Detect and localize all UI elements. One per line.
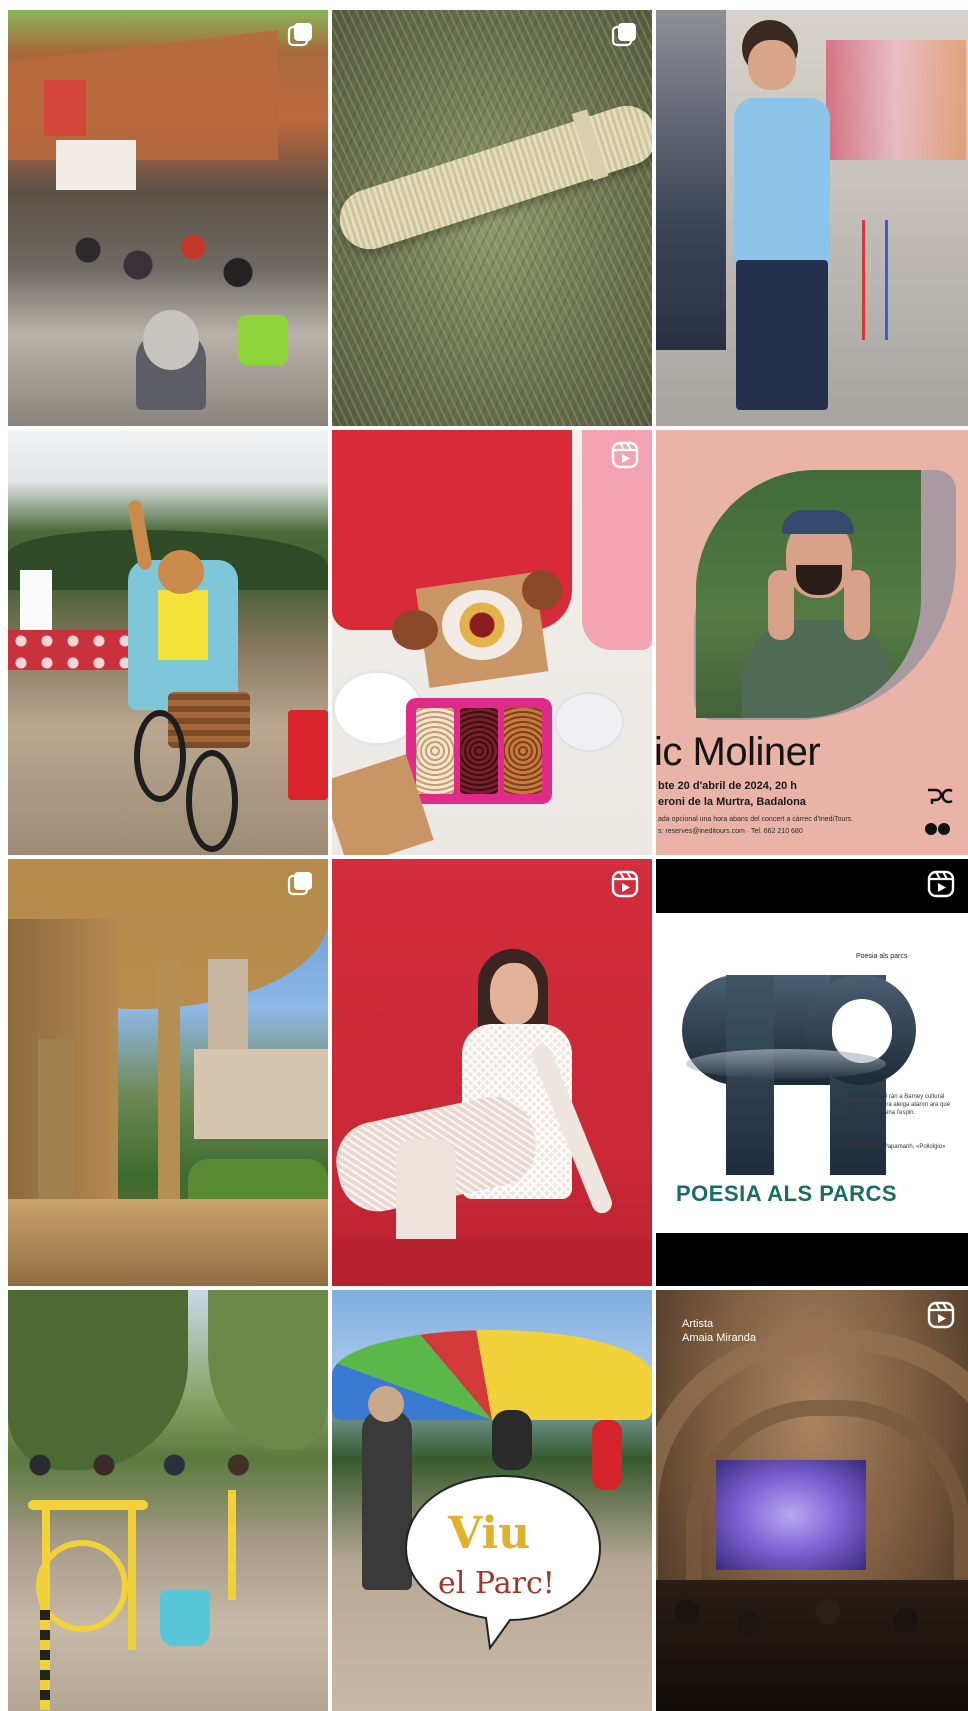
carousel-icon [286, 20, 316, 50]
concert-caption-label: Artista [682, 1318, 714, 1330]
poster-contact: s: reserves@ineditours.com · Tel. 662 21… [658, 828, 803, 835]
post-9[interactable]: Poesia als parcs Para Toucasnel ran a Ba… [656, 859, 968, 1286]
poster-note: ada opcional una hora abans del concert … [658, 816, 854, 823]
sticker-viu: Viu [448, 1508, 531, 1559]
sponsor-logo-icon [924, 822, 954, 836]
post-11[interactable]: Viu el Parc! [332, 1290, 652, 1711]
carousel-icon [286, 869, 316, 899]
post-2[interactable] [332, 10, 652, 426]
post-7[interactable] [8, 859, 328, 1286]
photo-grid: ic Moliner bte 20 d'abril de 2024, 20 h … [0, 0, 968, 1711]
post-12[interactable]: Artista Amaia Miranda [656, 1290, 968, 1711]
post-5[interactable] [332, 430, 652, 855]
reel-icon [610, 869, 640, 899]
reel-icon [610, 440, 640, 470]
poster-venue: eroni de la Murtra, Badalona [658, 796, 806, 808]
post-8[interactable] [332, 859, 652, 1286]
poesia-title: POESIA ALS PARCS [676, 1181, 898, 1206]
parcs-logo-icon [926, 788, 956, 804]
carousel-icon [610, 20, 640, 50]
post-10[interactable] [8, 1290, 328, 1711]
poster-date: bte 20 d'abril de 2024, 20 h [658, 780, 797, 792]
poesia-small-label: Poesia als parcs [856, 953, 908, 960]
sticker-el-parc: el Parc! [438, 1566, 555, 1601]
reel-icon [926, 1300, 956, 1330]
post-6[interactable]: ic Moliner bte 20 d'abril de 2024, 20 h … [656, 430, 968, 855]
poster-artist-name: ic Moliner [656, 730, 821, 774]
poesia-quote: Para Toucasnel ran a Barney cultural les… [846, 1094, 951, 1116]
post-3[interactable] [656, 10, 968, 426]
speech-bubble [404, 1474, 602, 1651]
post-4[interactable] [8, 430, 328, 855]
post-1[interactable] [8, 10, 328, 426]
reel-icon [926, 869, 956, 899]
poesia-quote-author: Josep Gorodí Papamanh, «Pollolgio» [846, 1144, 946, 1150]
concert-caption-artist: Amaia Miranda [682, 1332, 756, 1344]
